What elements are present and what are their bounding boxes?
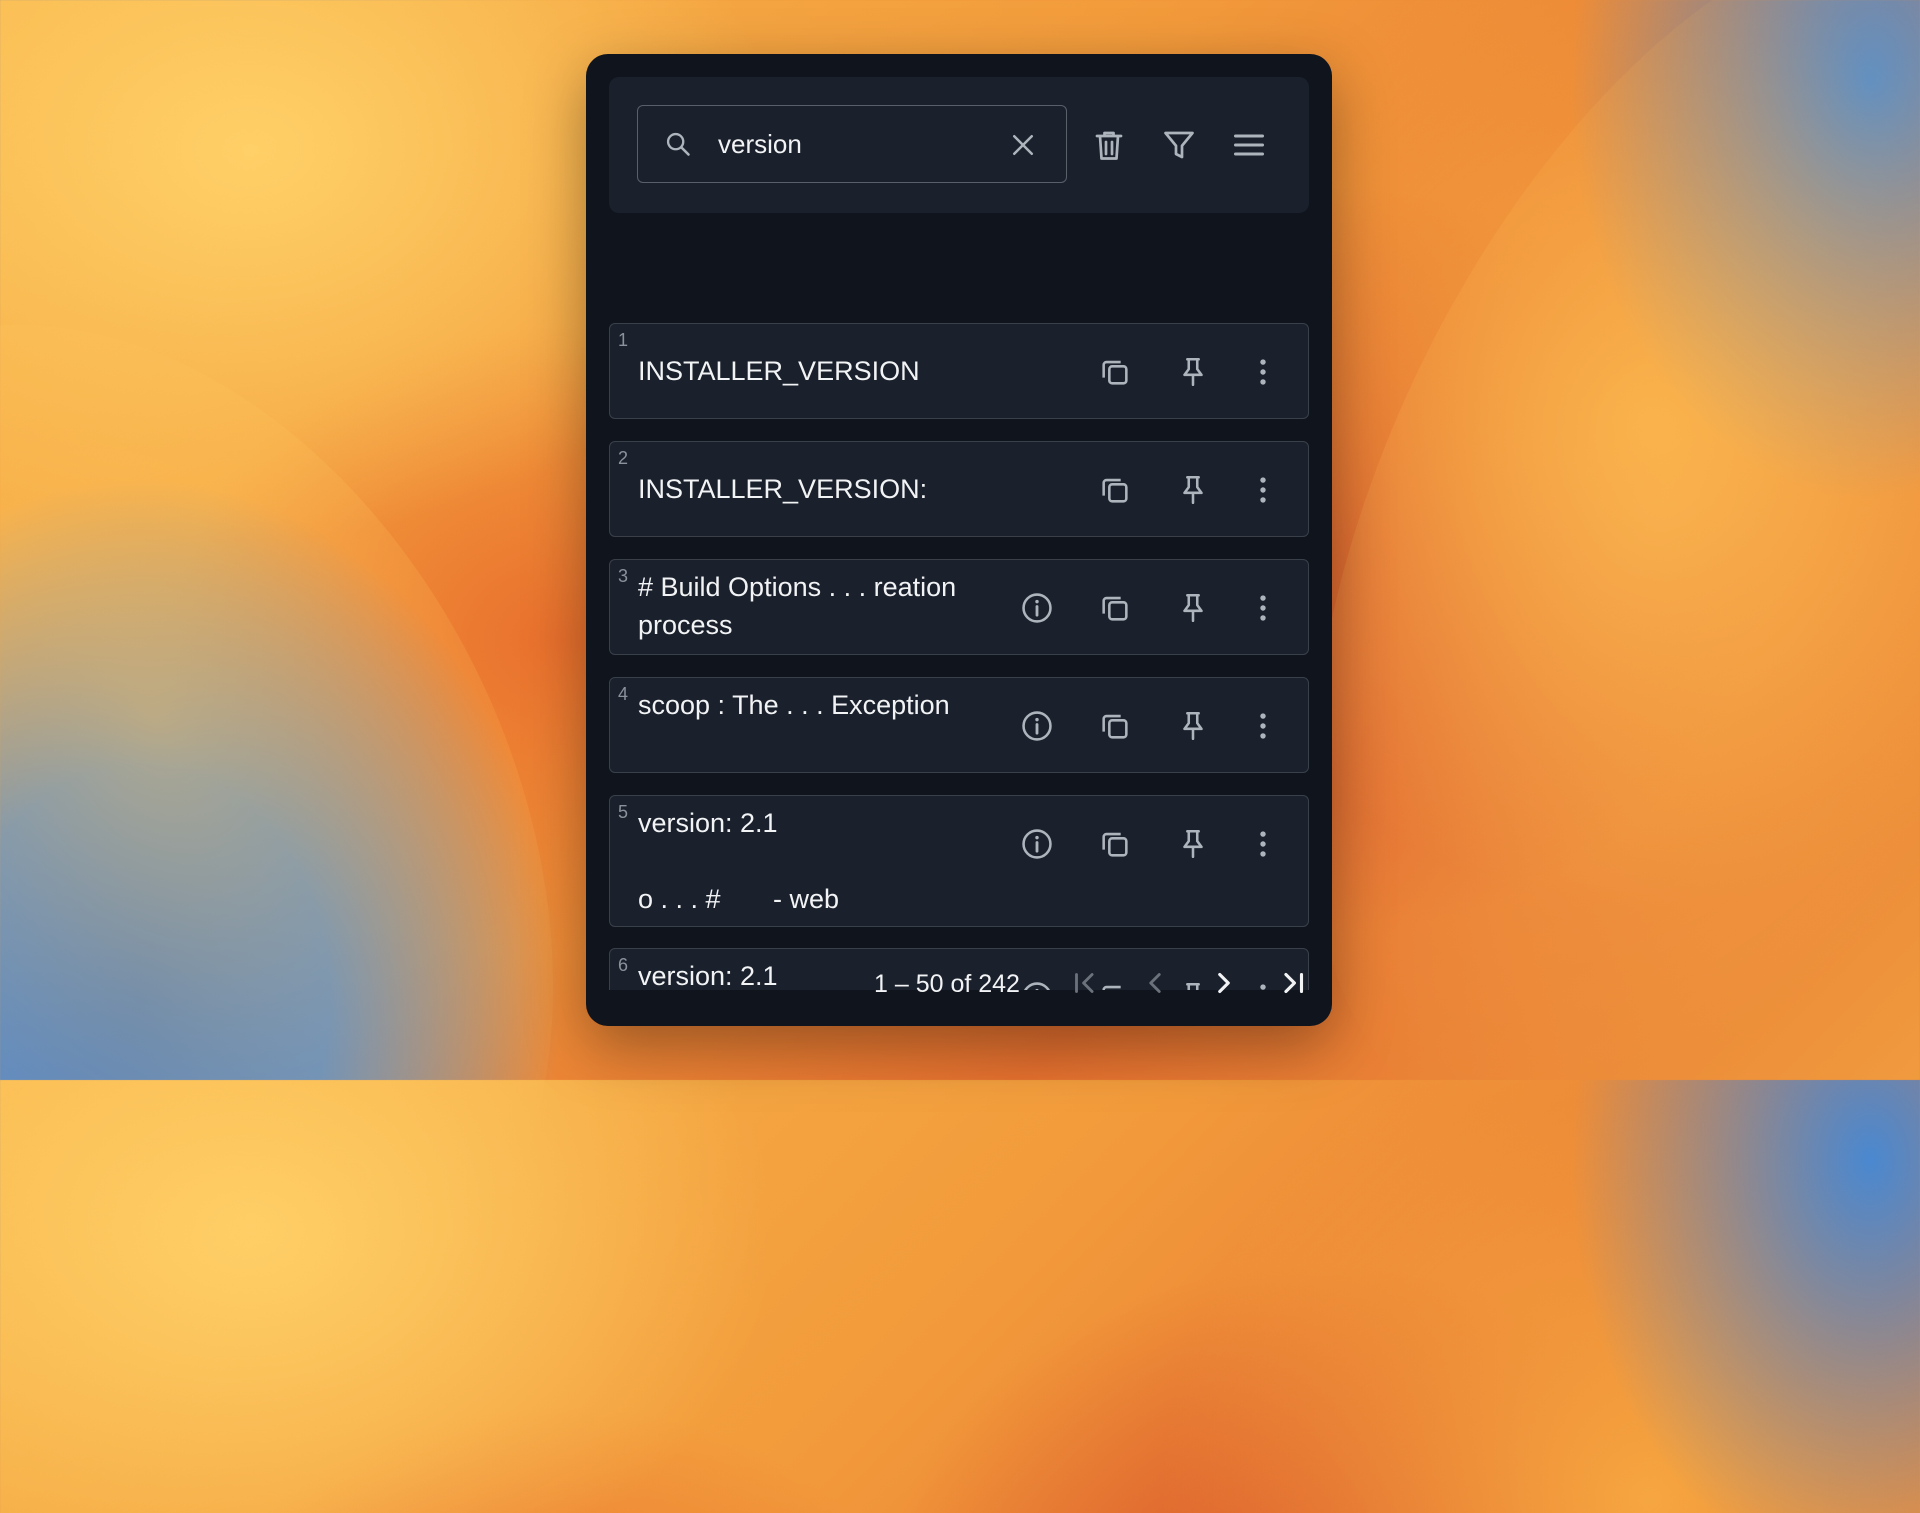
copy-icon[interactable] <box>1098 591 1132 625</box>
copy-icon[interactable] <box>1098 980 1132 990</box>
list-item[interactable]: 5 version: 2.1 o . . . # - web <box>609 795 1309 927</box>
trash-icon[interactable] <box>1091 127 1127 163</box>
pagination-range: 1 – 50 of 242 <box>874 970 1020 998</box>
item-text-line3: o . . . # - web <box>638 884 840 914</box>
first-page-icon[interactable] <box>1068 966 1102 1000</box>
item-index: 3 <box>618 566 629 586</box>
info-icon[interactable] <box>1020 709 1054 743</box>
close-icon[interactable] <box>1008 130 1038 160</box>
last-page-icon[interactable] <box>1276 966 1310 1000</box>
more-vert-icon[interactable] <box>1246 980 1280 990</box>
menu-icon[interactable] <box>1231 127 1267 163</box>
list-item[interactable]: 2 INSTALLER_VERSION: <box>609 441 1309 537</box>
item-text: INSTALLER_VERSION: <box>638 474 928 504</box>
more-vert-icon[interactable] <box>1246 591 1280 625</box>
list-item[interactable]: 1 INSTALLER_VERSION <box>609 323 1309 419</box>
item-index: 1 <box>618 330 629 350</box>
info-icon[interactable] <box>1020 980 1054 990</box>
info-icon[interactable] <box>1020 827 1054 861</box>
pin-icon[interactable] <box>1176 591 1210 625</box>
pin-icon[interactable] <box>1176 355 1210 389</box>
more-vert-icon[interactable] <box>1246 827 1280 861</box>
next-page-icon[interactable] <box>1207 966 1241 1000</box>
clipboard-panel: 1 INSTALLER_VERSION 2 INSTALLER_VERSION:… <box>586 54 1332 1026</box>
item-text: version: 2.1 <box>638 808 778 838</box>
item-index: 6 <box>618 955 629 975</box>
item-text-line2: process <box>638 610 733 640</box>
copy-icon[interactable] <box>1098 355 1132 389</box>
filter-icon[interactable] <box>1161 127 1197 163</box>
item-index: 5 <box>618 802 629 822</box>
item-index: 2 <box>618 448 629 468</box>
more-vert-icon[interactable] <box>1246 473 1280 507</box>
clipboard-list[interactable]: 1 INSTALLER_VERSION 2 INSTALLER_VERSION:… <box>609 268 1313 990</box>
item-text: scoop : The . . . Exception <box>638 690 950 720</box>
search-box[interactable] <box>637 105 1067 183</box>
search-input[interactable] <box>718 126 1008 162</box>
info-icon[interactable] <box>1020 591 1054 625</box>
pin-icon[interactable] <box>1176 473 1210 507</box>
copy-icon[interactable] <box>1098 709 1132 743</box>
item-index: 4 <box>618 684 629 704</box>
search-icon <box>666 132 690 156</box>
previous-page-icon[interactable] <box>1138 966 1172 1000</box>
copy-icon[interactable] <box>1098 827 1132 861</box>
pin-icon[interactable] <box>1176 980 1210 990</box>
more-vert-icon[interactable] <box>1246 355 1280 389</box>
more-vert-icon[interactable] <box>1246 709 1280 743</box>
list-item[interactable]: 3 # Build Options . . . reation process <box>609 559 1309 655</box>
pin-icon[interactable] <box>1176 827 1210 861</box>
item-text: INSTALLER_VERSION <box>638 356 920 386</box>
item-text: # Build Options . . . reation <box>638 572 957 602</box>
copy-icon[interactable] <box>1098 473 1132 507</box>
toolbar <box>609 77 1309 213</box>
list-item[interactable]: 4 scoop : The . . . Exception <box>609 677 1309 773</box>
pin-icon[interactable] <box>1176 709 1210 743</box>
